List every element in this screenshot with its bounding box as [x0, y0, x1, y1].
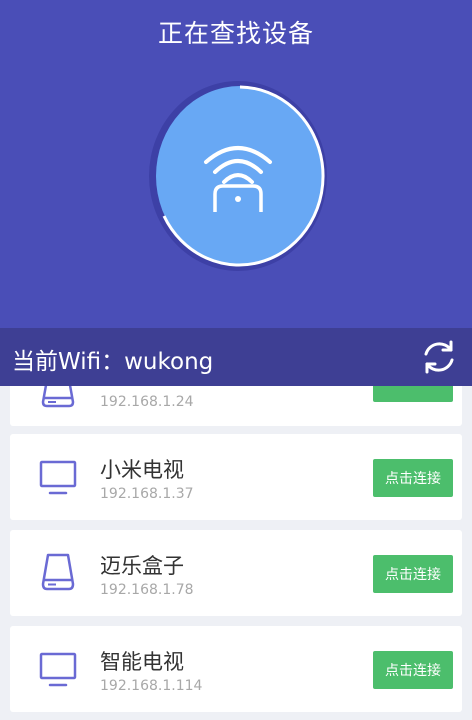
list-item[interactable]: 迈乐盒子 192.168.1.78 点击连接: [10, 530, 462, 616]
connect-button[interactable]: 点击连接: [373, 651, 453, 689]
device-name: 迈乐盒子: [100, 554, 184, 578]
refresh-icon[interactable]: [420, 338, 458, 376]
box-icon: [41, 553, 75, 591]
connect-button[interactable]: [373, 386, 453, 402]
connect-button[interactable]: 点击连接: [373, 555, 453, 593]
connect-button[interactable]: 点击连接: [373, 459, 453, 497]
device-list[interactable]: 192.168.1.24 小米电视 192.168.1.37 点击连接 迈乐盒子…: [0, 386, 472, 720]
tv-icon: [39, 460, 77, 495]
wifi-router-icon: [204, 146, 272, 212]
device-ip: 192.168.1.24: [100, 394, 194, 410]
list-item[interactable]: 192.168.1.24: [10, 386, 462, 426]
list-item[interactable]: 智能电视 192.168.1.114 点击连接: [10, 626, 462, 712]
device-ip: 192.168.1.114: [100, 678, 203, 694]
header: 正在查找设备: [0, 0, 472, 328]
list-item[interactable]: 小米电视 192.168.1.37 点击连接: [10, 434, 462, 520]
box-icon: [41, 386, 75, 408]
device-name: 智能电视: [100, 650, 184, 674]
device-name: 小米电视: [100, 458, 184, 482]
device-ip: 192.168.1.37: [100, 486, 194, 502]
tv-icon: [39, 652, 77, 687]
page-title: 正在查找设备: [157, 19, 314, 48]
current-wifi-label: 当前Wifi：wukong: [12, 349, 214, 375]
device-ip: 192.168.1.78: [100, 582, 194, 598]
current-wifi-bar: 当前Wifi：wukong: [0, 328, 472, 386]
